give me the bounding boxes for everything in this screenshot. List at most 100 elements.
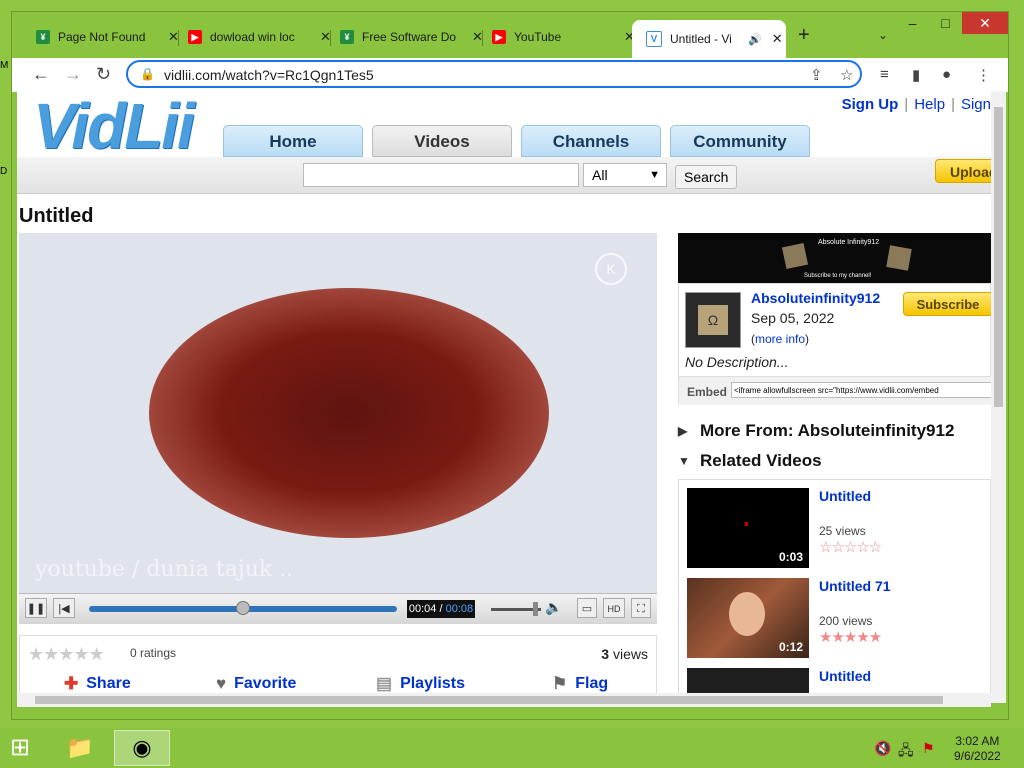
volume-slider[interactable] [491,602,541,616]
search-category-select[interactable]: All ▼ [583,163,667,187]
related-video-item[interactable]: 0:03 Untitled 25 views ☆☆☆☆☆ [687,488,987,570]
forward-icon[interactable]: → [64,64,82,85]
tab-youtube[interactable]: ▶ YouTube ✕ [478,22,635,52]
minimize-icon[interactable]: – [896,12,929,34]
theater-mode-icon[interactable]: ▭ [577,598,597,618]
help-link[interactable]: Help [914,96,945,113]
search-bar: All ▼ Search Upload [17,157,991,194]
progress-bar[interactable] [89,601,397,615]
url-input[interactable] [162,65,766,85]
reload-icon[interactable]: ↻ [96,64,111,85]
speaker-icon[interactable]: 🔈 [545,599,562,616]
tab-search-icon[interactable]: ⌄ [878,28,888,42]
speaker-icon[interactable]: 🔊 [748,33,762,46]
pause-icon[interactable]: ❚❚ [25,598,47,618]
maximize-icon[interactable]: □ [929,12,962,34]
flag-button[interactable]: ⚑ Flag [552,674,608,694]
profile-avatar-icon[interactable]: ● [942,66,951,83]
more-info: (more info) [751,332,809,346]
share-button[interactable]: ✚ Share [64,674,131,694]
more-info-link[interactable]: more info [755,332,805,346]
close-icon[interactable]: ✕ [772,31,783,47]
playlists-button[interactable]: ▤ Playlists [376,674,465,694]
bookmark-star-icon[interactable]: ☆ [840,66,853,84]
omega-icon: Ω [698,305,728,335]
skip-back-icon[interactable]: |◀ [53,598,75,618]
upload-button[interactable]: Upload [935,159,991,183]
favorite-button[interactable]: ♥ Favorite [216,674,296,694]
taskbar-clock[interactable]: 3:02 AM 9/6/2022 [954,734,1001,764]
tab-dowload-win[interactable]: ▶ dowload win loc ✕ [174,22,331,52]
related-title-link[interactable]: Untitled [819,488,871,504]
file-explorer-icon[interactable]: 📁 [52,730,108,766]
progress-knob[interactable] [236,601,250,615]
hd-icon[interactable]: HD [603,598,625,618]
close-window-icon[interactable]: ✕ [962,12,1008,34]
search-button[interactable]: Search [675,165,738,189]
triangle-right-icon: ▶ [678,424,688,438]
chrome-icon[interactable]: ◉ [114,730,170,766]
signin-link[interactable]: Sign [961,96,991,113]
related-video-item[interactable]: 0:12 Untitled 71 200 views ★★★★★ [687,578,987,660]
browser-toolbar: ← → ↻ 🔒 ⇪ ☆ ≡ ▮ ● ⋮ [12,58,1008,92]
scrollbar-thumb[interactable] [994,107,1003,407]
video-thumbnail[interactable]: 0:12 [687,578,809,658]
rating-stars[interactable]: ★★★★★ [28,644,105,665]
triangle-down-icon: ▼ [678,454,690,468]
lock-icon[interactable]: 🔒 [140,67,155,81]
tab-page-not-found[interactable]: ¥ Page Not Found ✕ [22,22,179,52]
related-videos-header[interactable]: ▼ Related Videos [678,451,822,471]
player-controls: ❚❚ |◀ 00:04 / 00:08 🔈 ▭ HD ⛶ [19,593,657,624]
menu-kebab-icon[interactable]: ⋮ [976,66,991,84]
tab-free-software[interactable]: ¥ Free Software Do ✕ [326,22,483,52]
nav-tab-community[interactable]: Community [670,125,810,157]
nav-tab-home[interactable]: Home [223,125,363,157]
nav-tab-videos[interactable]: Videos [372,125,512,157]
chevron-down-icon: ▼ [649,169,660,181]
related-title-link[interactable]: Untitled 71 [819,578,891,594]
horizontal-scrollbar[interactable] [17,693,991,707]
duration-badge: 0:03 [778,550,803,564]
vidlii-logo[interactable]: VidLii [33,94,195,158]
youtube-icon: ▶ [492,30,506,44]
channel-avatar[interactable]: Ω [685,292,741,348]
media-control-icon[interactable]: ≡ [880,66,889,83]
action-center-flag-icon[interactable]: ⚑ [922,740,935,757]
subscribe-button[interactable]: Subscribe [903,292,991,316]
back-icon[interactable]: ← [32,64,50,85]
view-count: 3 views [601,646,648,662]
new-tab-button[interactable]: + [798,24,810,47]
video-frame [149,288,549,538]
volume-muted-icon[interactable]: 🔇 [874,740,891,757]
scrollbar-thumb[interactable] [35,696,943,704]
volume-knob[interactable] [533,602,538,616]
tab-title: Page Not Found [58,30,146,44]
video-thumbnail[interactable]: 0:03 [687,488,809,568]
time-separator: / [436,603,446,615]
vertical-scrollbar[interactable] [991,91,1006,703]
more-from-header[interactable]: ▶ More From: Absoluteinfinity912 [678,421,954,441]
window-controls: – □ ✕ [896,12,1008,34]
search-input[interactable] [303,163,579,187]
related-rating-stars: ★★★★★ [819,629,882,646]
nav-tab-channels[interactable]: Channels [521,125,661,157]
signup-link[interactable]: Sign Up [842,96,899,113]
related-title-link[interactable]: Untitled [819,668,871,684]
channel-name-link[interactable]: Absoluteinfinity912 [751,290,880,306]
paren-close: ) [805,332,810,346]
channel-banner[interactable]: Absolute Infinity912 Subscribe to my cha… [678,233,991,283]
embed-code-field[interactable] [731,382,991,398]
video-player[interactable]: K youtube / dunia tajuk .. [19,233,657,593]
ratings-count: 0 ratings [130,646,177,660]
tab-title: Free Software Do [362,30,457,44]
side-panel-icon[interactable]: ▮ [912,66,920,84]
tab-bar: ¥ Page Not Found ✕ ▶ dowload win loc ✕ ¥… [12,12,1008,58]
network-icon[interactable]: 🖧 [898,740,914,764]
tab-untitled-vidlii[interactable]: V Untitled - Vi 🔊 ✕ [632,20,786,58]
windows-start-icon[interactable]: ⊞ [10,736,30,760]
fullscreen-icon[interactable]: ⛶ [631,598,651,618]
green-doc-icon: ¥ [36,30,50,44]
address-bar[interactable]: 🔒 ⇪ ☆ [126,60,862,88]
share-icon[interactable]: ⇪ [810,66,823,84]
web-page: VidLii Sign Up | Help | Sign Home Videos Cha… [17,91,991,703]
